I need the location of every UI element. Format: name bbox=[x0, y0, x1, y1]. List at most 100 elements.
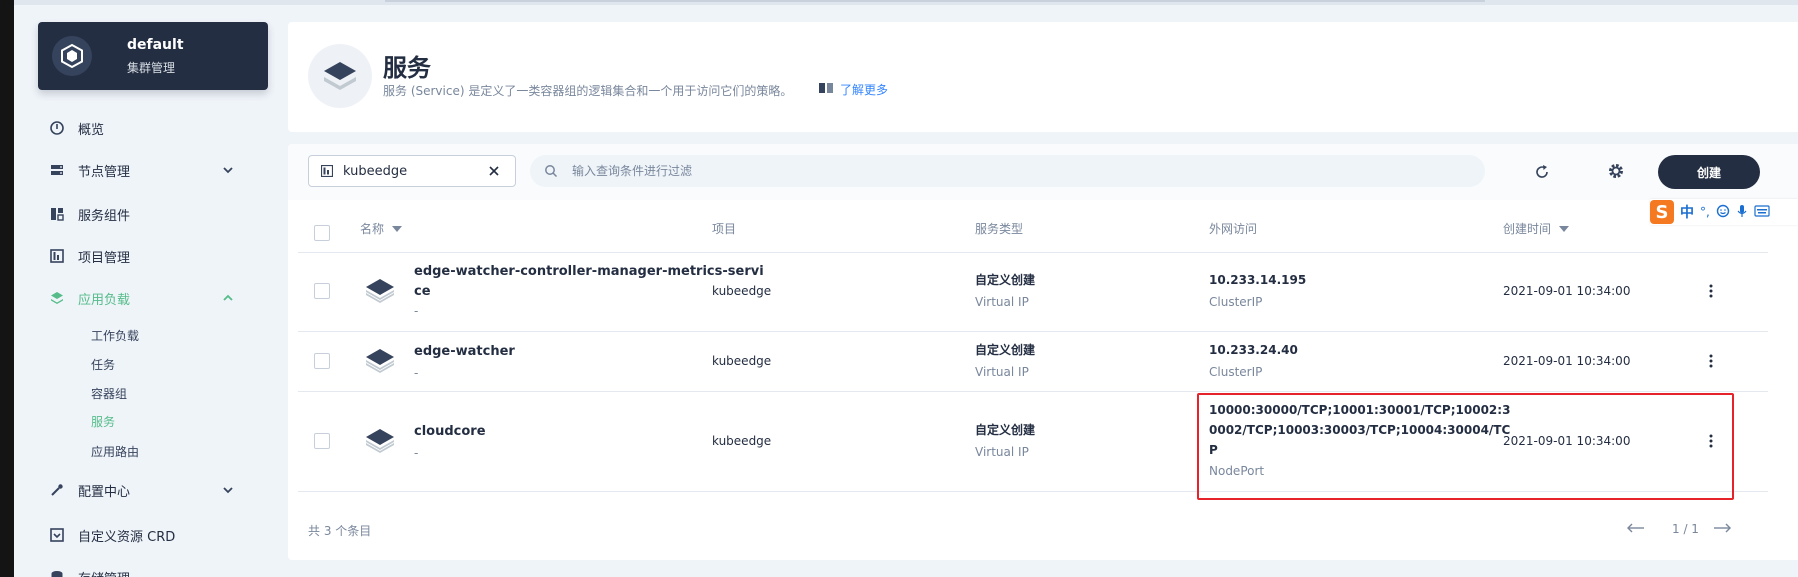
server-icon bbox=[50, 163, 64, 177]
type-value: 自定义创建 bbox=[975, 423, 1036, 437]
access-sub: ClusterIP bbox=[1209, 295, 1263, 309]
access-value: 10.233.24.40 bbox=[1209, 343, 1298, 357]
more-icon[interactable] bbox=[1701, 351, 1721, 371]
chevron-down-icon bbox=[220, 482, 236, 498]
prev-page-icon[interactable] bbox=[1624, 518, 1648, 538]
type-value: 自定义创建 bbox=[975, 273, 1036, 287]
highlight-box bbox=[1197, 393, 1734, 500]
project-icon bbox=[50, 249, 64, 263]
column-label: 创建时间 bbox=[1503, 221, 1552, 236]
select-all-checkbox[interactable] bbox=[314, 225, 330, 241]
sidebar-subitem-workloads[interactable]: 工作负载 bbox=[91, 327, 139, 344]
cluster-name: default bbox=[127, 37, 184, 53]
emoji-icon[interactable] bbox=[1716, 204, 1730, 221]
wrench-icon bbox=[50, 483, 64, 497]
service-icon bbox=[364, 345, 396, 377]
sidebar-item-label: 概览 bbox=[78, 122, 105, 138]
ime-toolbar[interactable]: S 中 °, bbox=[1650, 199, 1798, 225]
ime-punct[interactable]: °, bbox=[1700, 205, 1710, 219]
sidebar-item-label: 项目管理 bbox=[78, 250, 131, 266]
refresh-icon[interactable] bbox=[1532, 162, 1552, 182]
sidebar-item-storage[interactable]: 存储管理 bbox=[50, 565, 270, 577]
sidebar-item-label: 服务组件 bbox=[78, 208, 131, 224]
layers-icon bbox=[50, 291, 64, 305]
sidebar-subitem-services[interactable]: 服务 bbox=[91, 413, 115, 430]
sidebar-item-crd[interactable]: 自定义资源 CRD bbox=[50, 523, 270, 547]
chevron-down-icon bbox=[220, 162, 236, 178]
sidebar: default 集群管理 概览 节点管理 服务组件 项目管理 应用负载 工作负载… bbox=[14, 0, 276, 577]
created-time: 2021-09-01 10:34:00 bbox=[1503, 354, 1631, 368]
sidebar-item-components[interactable]: 服务组件 bbox=[50, 202, 270, 226]
access-sub: ClusterIP bbox=[1209, 365, 1263, 379]
page-title: 服务 bbox=[383, 54, 431, 82]
sidebar-item-workloads[interactable]: 应用负载 bbox=[50, 286, 270, 310]
page-indicator: 1 / 1 bbox=[1672, 522, 1699, 536]
components-icon bbox=[50, 207, 64, 221]
keyboard-icon[interactable] bbox=[1754, 204, 1770, 220]
type-sub: Virtual IP bbox=[975, 445, 1029, 459]
access-value: 10.233.14.195 bbox=[1209, 273, 1307, 287]
project-icon bbox=[321, 165, 333, 177]
left-edge bbox=[0, 0, 14, 577]
close-icon[interactable] bbox=[487, 164, 501, 182]
column-header-name[interactable]: 名称 bbox=[360, 216, 403, 240]
column-header-type: 服务类型 bbox=[975, 221, 1024, 236]
sidebar-item-projects[interactable]: 项目管理 bbox=[50, 244, 270, 268]
service-name-wrap: ce bbox=[414, 284, 431, 299]
search-bar[interactable] bbox=[530, 155, 1485, 187]
column-label: 名称 bbox=[360, 221, 385, 236]
caret-down-icon bbox=[1559, 221, 1570, 235]
cluster-subtitle: 集群管理 bbox=[127, 61, 176, 75]
project-value: kubeedge bbox=[712, 434, 772, 448]
microphone-icon[interactable] bbox=[1736, 204, 1748, 221]
type-sub: Virtual IP bbox=[975, 295, 1029, 309]
sidebar-item-label: 自定义资源 CRD bbox=[78, 529, 176, 545]
sidebar-item-label: 存储管理 bbox=[78, 568, 130, 577]
gear-icon[interactable] bbox=[1606, 161, 1626, 181]
ime-mode[interactable]: 中 bbox=[1680, 202, 1694, 222]
next-page-icon[interactable] bbox=[1710, 518, 1734, 538]
sidebar-item-label: 节点管理 bbox=[78, 164, 131, 180]
chevron-up-icon bbox=[220, 290, 236, 306]
search-icon bbox=[544, 164, 558, 178]
row-checkbox[interactable] bbox=[314, 433, 330, 449]
sidebar-item-overview[interactable]: 概览 bbox=[50, 116, 270, 140]
storage-icon bbox=[50, 570, 64, 577]
column-header-created[interactable]: 创建时间 bbox=[1503, 216, 1570, 240]
namespace-value: kubeedge bbox=[343, 163, 408, 179]
created-time: 2021-09-01 10:34:00 bbox=[1503, 284, 1631, 298]
divider bbox=[298, 331, 1768, 332]
column-header-access: 外网访问 bbox=[1209, 221, 1258, 236]
type-value: 自定义创建 bbox=[975, 343, 1036, 357]
service-description: - bbox=[414, 304, 419, 318]
row-checkbox[interactable] bbox=[314, 283, 330, 299]
total-count: 共 3 个条目 bbox=[308, 524, 372, 538]
service-name[interactable]: edge-watcher-controller-manager-metrics-… bbox=[414, 262, 764, 282]
sidebar-item-label: 配置中心 bbox=[78, 484, 131, 500]
learn-more-label: 了解更多 bbox=[840, 83, 889, 97]
sidebar-subitem-jobs[interactable]: 任务 bbox=[91, 356, 115, 373]
cluster-switcher[interactable]: default 集群管理 bbox=[38, 22, 268, 90]
type-sub: Virtual IP bbox=[975, 365, 1029, 379]
create-button[interactable]: 创建 bbox=[1658, 155, 1760, 189]
divider bbox=[298, 252, 1768, 253]
service-name[interactable]: cloudcore bbox=[414, 422, 486, 442]
service-icon bbox=[364, 275, 396, 307]
namespace-filter[interactable]: kubeedge bbox=[308, 155, 516, 187]
page-header: 服务 服务 (Service) 是定义了一类容器组的逻辑集合和一个用于访问它们的… bbox=[288, 22, 1798, 132]
search-input[interactable] bbox=[572, 164, 1452, 178]
cluster-icon bbox=[52, 36, 92, 76]
service-name[interactable]: edge-watcher bbox=[414, 342, 515, 362]
service-icon bbox=[364, 425, 396, 457]
row-checkbox[interactable] bbox=[314, 353, 330, 369]
learn-more-link[interactable]: 了解更多 bbox=[818, 81, 888, 98]
sidebar-item-nodes[interactable]: 节点管理 bbox=[50, 158, 270, 182]
sidebar-item-config[interactable]: 配置中心 bbox=[50, 478, 270, 502]
sidebar-subitem-ingress[interactable]: 应用路由 bbox=[91, 443, 139, 460]
project-value: kubeedge bbox=[712, 354, 772, 368]
more-icon[interactable] bbox=[1701, 281, 1721, 301]
dashboard-icon bbox=[50, 121, 64, 135]
sidebar-subitem-pods[interactable]: 容器组 bbox=[91, 385, 127, 402]
sidebar-item-label: 应用负载 bbox=[78, 292, 131, 308]
toolbar: kubeedge 创建 bbox=[288, 144, 1798, 200]
